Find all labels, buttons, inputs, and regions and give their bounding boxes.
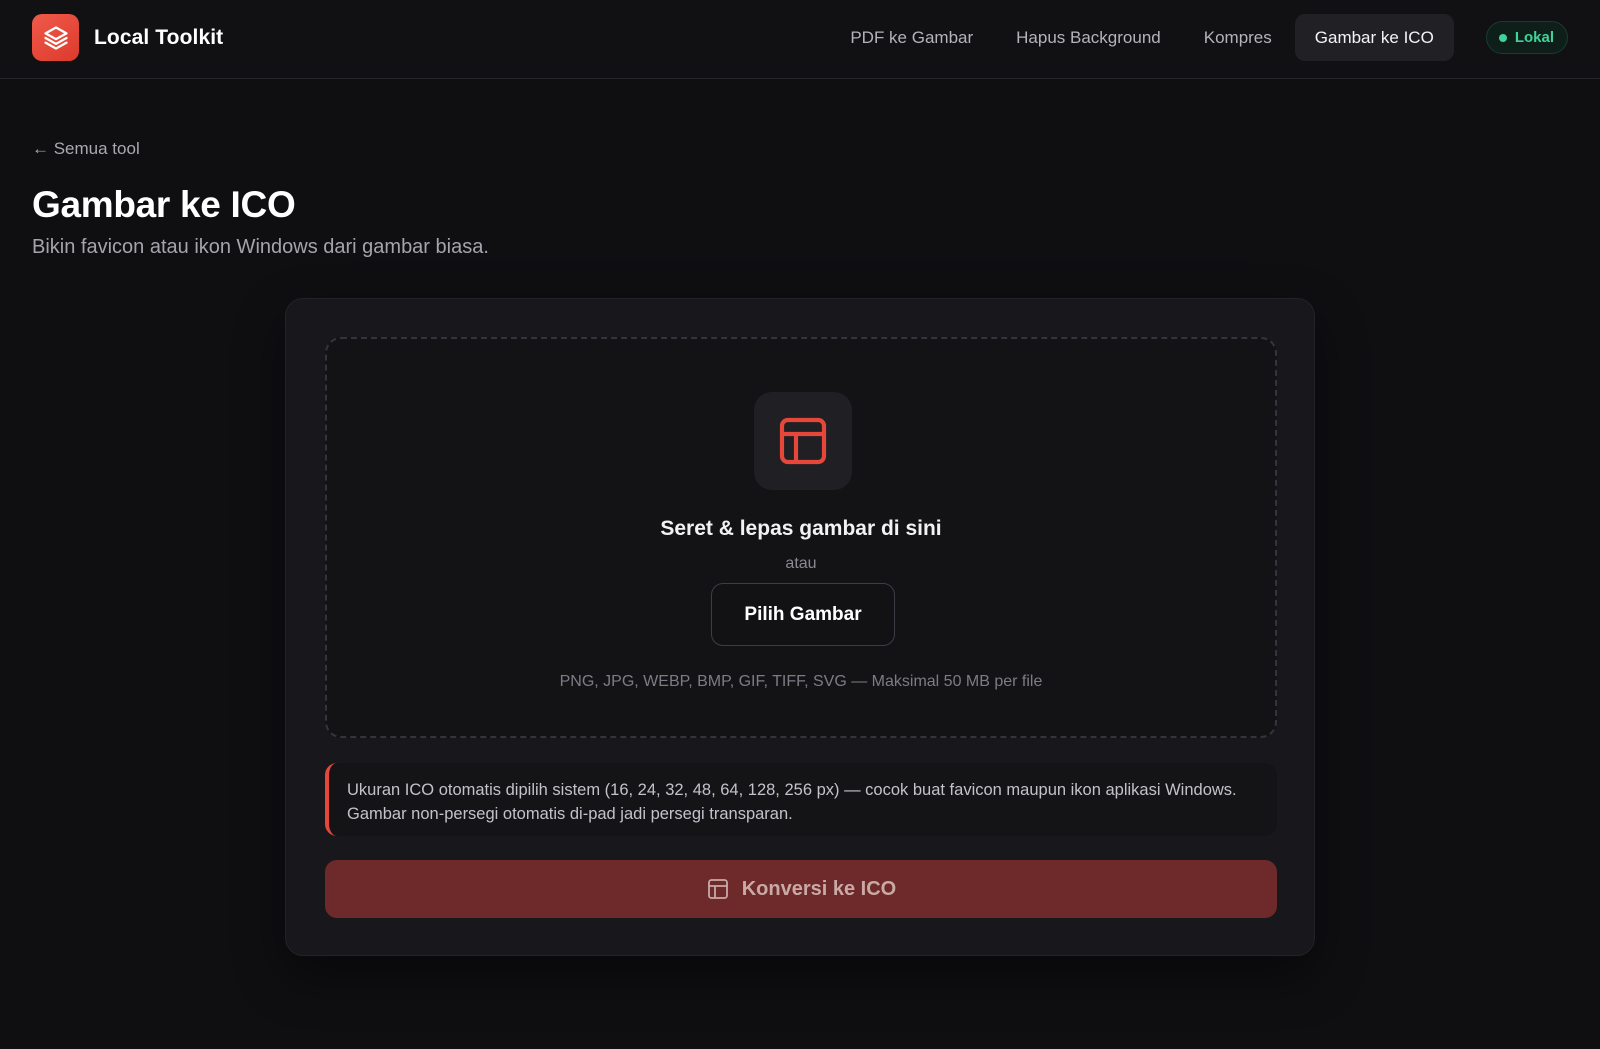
layout-panel-icon [706, 877, 730, 901]
top-header: Local Toolkit PDF ke Gambar Hapus Backgr… [0, 0, 1600, 79]
layers-icon [32, 14, 79, 61]
dropzone-title: Seret & lepas gambar di sini [660, 517, 942, 540]
file-dropzone[interactable]: Seret & lepas gambar di sini atau Pilih … [325, 337, 1277, 738]
convert-to-ico-button[interactable]: Konversi ke ICO [325, 860, 1277, 918]
nav-image-to-ico[interactable]: Gambar ke ICO [1294, 14, 1454, 61]
status-dot-icon [1498, 33, 1507, 42]
nav-remove-background[interactable]: Hapus Background [996, 14, 1181, 61]
page-subtitle: Bikin favicon atau ikon Windows dari gam… [32, 236, 489, 258]
brand-home-link[interactable]: Local Toolkit [32, 14, 223, 61]
status-badge-label: Lokal [1514, 29, 1554, 46]
convert-button-label: Konversi ke ICO [741, 877, 897, 900]
nav-compress[interactable]: Kompres [1184, 14, 1292, 61]
choose-image-button[interactable]: Pilih Gambar [711, 583, 895, 646]
page-title: Gambar ke ICO [32, 184, 296, 225]
dropzone-or-label: atau [785, 555, 817, 572]
supported-formats-hint: PNG, JPG, WEBP, BMP, GIF, TIFF, SVG — Ma… [559, 673, 1043, 690]
local-status-badge: Lokal [1485, 21, 1568, 54]
main-nav: PDF ke Gambar Hapus Background Kompres G… [827, 14, 1568, 61]
ico-size-info-note: Ukuran ICO otomatis dipilih sistem (16, … [325, 763, 1277, 836]
brand-name: Local Toolkit [94, 25, 224, 49]
nav-pdf-to-image[interactable]: PDF ke Gambar [830, 14, 993, 61]
back-to-all-tools-link[interactable]: ← Semua tool [32, 139, 140, 159]
converter-card: Seret & lepas gambar di sini atau Pilih … [285, 298, 1315, 956]
layout-panel-icon [754, 392, 852, 490]
